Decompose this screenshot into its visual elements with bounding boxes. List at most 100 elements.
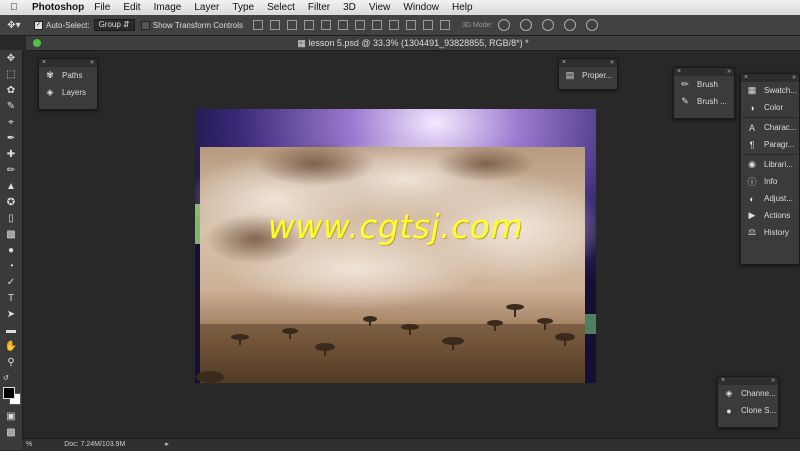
close-icon[interactable]: ×: [677, 68, 681, 76]
align-top-icon[interactable]: [253, 20, 264, 30]
align-middle-icon[interactable]: [270, 20, 281, 30]
panel-header[interactable]: ×»: [718, 377, 778, 385]
blur-tool-icon[interactable]: ●: [0, 242, 22, 258]
clone-stamp-tool-icon[interactable]: ▲: [0, 178, 22, 194]
shape-tool-icon[interactable]: ▬: [0, 322, 22, 338]
crop-tool-icon[interactable]: ⌖: [0, 114, 22, 130]
screen-mode-icon[interactable]: ▩: [0, 424, 22, 440]
collapse-icon[interactable]: »: [610, 59, 614, 67]
panel-item-libraries[interactable]: ◉ Librari...: [741, 156, 799, 173]
3d-roll-icon[interactable]: [520, 19, 533, 31]
type-tool-icon[interactable]: T: [0, 290, 22, 306]
panel-header[interactable]: ×»: [741, 74, 799, 82]
marquee-tool-icon[interactable]: ⬚: [0, 66, 22, 82]
close-icon[interactable]: ×: [42, 59, 46, 67]
menu-select[interactable]: Select: [267, 2, 295, 13]
panel-header[interactable]: ×»: [559, 59, 617, 67]
close-icon[interactable]: ×: [744, 74, 748, 82]
hand-tool-icon[interactable]: ✋: [0, 338, 22, 354]
3d-orbit-icon[interactable]: [498, 19, 511, 31]
quick-select-tool-icon[interactable]: ✎: [0, 98, 22, 114]
collapse-icon[interactable]: »: [771, 377, 775, 385]
lasso-tool-icon[interactable]: ✿: [0, 82, 22, 98]
status-menu-icon[interactable]: ▸: [165, 441, 169, 448]
document-canvas[interactable]: www.cgtsj.com: [195, 109, 596, 383]
menu-3d[interactable]: 3D: [343, 2, 356, 13]
panel-item-clone-source[interactable]: ● Clone S...: [718, 402, 778, 419]
dodge-tool-icon[interactable]: ◔: [0, 258, 22, 274]
3d-slide-icon[interactable]: [564, 19, 577, 31]
align-left-icon[interactable]: [304, 20, 315, 30]
gradient-tool-icon[interactable]: ▩: [0, 226, 22, 242]
brush-tool-icon[interactable]: ✏: [0, 162, 22, 178]
move-tool-icon[interactable]: ✥: [0, 50, 22, 66]
panel-item-color[interactable]: ◑ Color: [741, 99, 799, 116]
eyedropper-tool-icon[interactable]: ✒: [0, 130, 22, 146]
align-bottom-icon[interactable]: [287, 20, 298, 30]
panel-item-adjustments[interactable]: ◐ Adjust...: [741, 190, 799, 207]
close-icon[interactable]: ×: [721, 377, 725, 385]
menu-image[interactable]: Image: [154, 2, 182, 13]
panel-item-actions[interactable]: ▶ Actions: [741, 207, 799, 224]
path-selection-tool-icon[interactable]: ➤: [0, 306, 22, 322]
healing-brush-tool-icon[interactable]: ✚: [0, 146, 22, 162]
panel-item-character[interactable]: A Charac...: [741, 119, 799, 136]
panel-item-layers[interactable]: ◈ Layers: [39, 84, 97, 101]
panel-item-swatches[interactable]: ▦ Swatch...: [741, 82, 799, 99]
pen-tool-icon[interactable]: ✓: [0, 274, 22, 290]
panel-item-label: Brush: [697, 80, 718, 89]
menu-view[interactable]: View: [369, 2, 391, 13]
panel-item-paragraph[interactable]: ¶ Paragr...: [741, 136, 799, 153]
auto-select-checkbox[interactable]: ✓: [34, 20, 43, 30]
panel-item-brush[interactable]: ✏ Brush: [674, 76, 734, 93]
document-tab[interactable]: ▦ lesson 5.psd @ 33.3% (1304491_93828855…: [26, 36, 800, 51]
menu-type[interactable]: Type: [232, 2, 254, 13]
menu-window[interactable]: Window: [403, 2, 439, 13]
menu-layer[interactable]: Layer: [194, 2, 219, 13]
panel-item-properties[interactable]: ▤ Proper...: [559, 67, 617, 84]
distribute-bottom-icon[interactable]: [389, 20, 400, 30]
distribute-right-icon[interactable]: [440, 20, 451, 30]
menu-bar:  Photoshop File Edit Image Layer Type S…: [0, 0, 800, 15]
panel-item-info[interactable]: ⓘ Info: [741, 173, 799, 190]
quick-mask-icon[interactable]: ▣: [0, 408, 22, 424]
align-center-icon[interactable]: [321, 20, 332, 30]
brush-icon: ✏: [681, 79, 689, 89]
swap-colors-icon[interactable]: ↺: [0, 370, 25, 386]
auto-select-dropdown[interactable]: Group ⇵: [93, 19, 135, 31]
panel-item-paths[interactable]: ✾ Paths: [39, 67, 97, 84]
properties-icon: ▤: [565, 70, 575, 80]
menu-help[interactable]: Help: [452, 2, 473, 13]
distribute-middle-icon[interactable]: [372, 20, 383, 30]
menu-edit[interactable]: Edit: [123, 2, 140, 13]
3d-scale-icon[interactable]: [586, 19, 599, 31]
align-right-icon[interactable]: [338, 20, 349, 30]
apple-icon[interactable]: : [10, 2, 24, 13]
collapse-icon[interactable]: »: [90, 59, 94, 67]
history-brush-tool-icon[interactable]: ✪: [0, 194, 22, 210]
eraser-tool-icon[interactable]: ▯: [0, 210, 22, 226]
distribute-top-icon[interactable]: [355, 20, 366, 30]
window-zoom-icon[interactable]: [33, 39, 41, 47]
distribute-left-icon[interactable]: [406, 20, 417, 30]
zoom-tool-icon[interactable]: ⚲: [0, 354, 22, 370]
foreground-background-colors[interactable]: [0, 386, 22, 408]
3d-pan-icon[interactable]: [542, 19, 555, 31]
menu-file[interactable]: File: [94, 2, 110, 13]
panel-header[interactable]: ×»: [39, 59, 97, 67]
foreground-color[interactable]: [3, 387, 15, 399]
move-tool-preset-icon[interactable]: ✥▾: [0, 20, 28, 31]
panel-item-channels[interactable]: ◈ Channe...: [718, 385, 778, 402]
zoom-level[interactable]: %: [26, 441, 32, 448]
panel-header[interactable]: ×»: [674, 68, 734, 76]
distribute-center-icon[interactable]: [423, 20, 434, 30]
close-icon[interactable]: ×: [562, 59, 566, 67]
panel-item-history[interactable]: ⚖ History: [741, 224, 799, 241]
collapse-icon[interactable]: »: [727, 68, 731, 76]
document-size[interactable]: Doc: 7.24M/103.9M: [64, 441, 125, 448]
panel-item-brush-presets[interactable]: ✎ Brush ...: [674, 93, 734, 110]
menu-filter[interactable]: Filter: [308, 2, 330, 13]
transform-controls-checkbox[interactable]: [140, 20, 150, 30]
collapse-icon[interactable]: »: [792, 74, 796, 82]
app-name[interactable]: Photoshop: [32, 2, 84, 13]
